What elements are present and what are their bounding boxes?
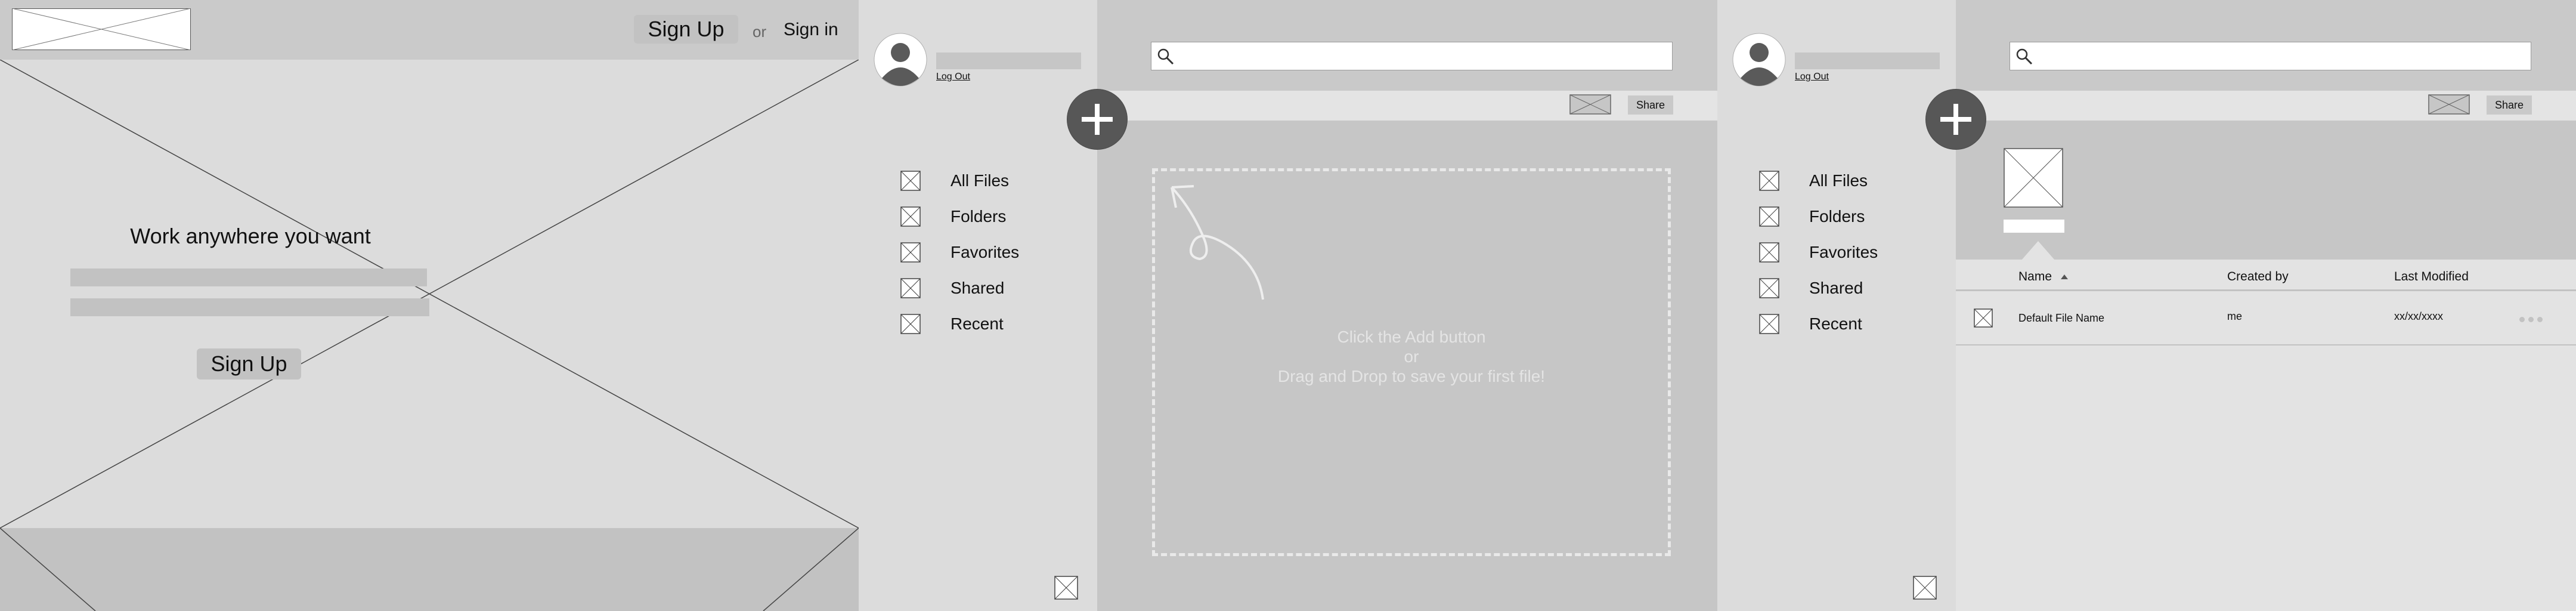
placeholder-icon xyxy=(1759,242,1779,263)
column-header-label: Name xyxy=(2018,270,2052,283)
username-placeholder xyxy=(1795,53,1940,69)
sidebar-item-label: Shared xyxy=(950,279,1005,297)
signin-link[interactable]: Sign in xyxy=(784,20,838,40)
sidebar-item-label: Favorites xyxy=(950,243,1020,261)
sort-ascending-icon xyxy=(2060,274,2068,280)
created-by-cell: me xyxy=(2227,310,2243,322)
or-text: or xyxy=(753,23,767,41)
file-name-cell: Default File Name xyxy=(2018,312,2105,324)
sidebar-item-folders[interactable]: Folders xyxy=(1759,199,1878,234)
sidebar-item-all-files[interactable]: All Files xyxy=(1759,163,1878,199)
placeholder-icon xyxy=(1759,278,1779,298)
sidebar: Log Out All Files Folders Favorites Shar… xyxy=(859,0,1097,611)
column-header-name[interactable]: Name xyxy=(2018,270,2069,284)
plus-icon xyxy=(1082,104,1113,135)
placeholder-icon xyxy=(900,314,921,334)
sidebar-nav: All Files Folders Favorites Shared Recen… xyxy=(900,163,1019,342)
sidebar-nav: All Files Folders Favorites Shared Recen… xyxy=(1759,163,1878,342)
plus-icon xyxy=(1940,104,1971,135)
sidebar-item-label: Folders xyxy=(950,207,1007,226)
username-placeholder xyxy=(936,53,1081,69)
main-file-list: Share Name Created by Last Modified Defa… xyxy=(1956,0,2576,611)
placeholder-icon xyxy=(900,242,921,263)
placeholder-icon xyxy=(1759,171,1779,191)
sidebar-item-recent[interactable]: Recent xyxy=(1759,306,1878,342)
settings-placeholder-icon[interactable] xyxy=(1913,576,1937,600)
file-type-placeholder-icon xyxy=(1974,308,1993,328)
search-icon xyxy=(1157,48,1174,65)
hero-title: Work anywhere you want xyxy=(130,224,371,248)
empty-hint-line-2: or xyxy=(1404,347,1419,366)
toolbar xyxy=(1956,91,2576,121)
header-signup-button[interactable]: Sign Up xyxy=(634,15,738,44)
add-button[interactable] xyxy=(1067,90,1127,149)
sidebar-item-label: Favorites xyxy=(1809,243,1878,261)
logo-placeholder[interactable] xyxy=(12,8,191,50)
sidebar-item-recent[interactable]: Recent xyxy=(900,306,1019,342)
toolbar xyxy=(1097,91,1717,121)
placeholder-icon xyxy=(900,206,921,227)
empty-hint-line-3: Drag and Drop to save your first file! xyxy=(1277,367,1546,385)
sidebar-item-folders[interactable]: Folders xyxy=(900,199,1019,234)
hero-signup-label: Sign Up xyxy=(210,351,287,376)
column-header-last-modified[interactable]: Last Modified xyxy=(2394,270,2469,284)
preview-pointer xyxy=(2021,241,2055,260)
avatar[interactable] xyxy=(1732,33,1786,87)
sidebar-item-label: Shared xyxy=(1809,279,1863,297)
hero-signup-button[interactable]: Sign Up xyxy=(197,348,301,379)
share-label: Share xyxy=(1636,98,1665,111)
avatar[interactable] xyxy=(874,33,927,87)
settings-placeholder-icon[interactable] xyxy=(1054,576,1078,600)
sidebar-item-label: All Files xyxy=(1809,171,1868,190)
table-row-divider xyxy=(1956,344,2576,345)
add-button[interactable] xyxy=(1926,90,1986,149)
column-header-created-by[interactable]: Created by xyxy=(2227,270,2289,284)
search-icon xyxy=(2016,48,2033,65)
search-input[interactable] xyxy=(1151,42,1673,70)
sidebar-item-label: All Files xyxy=(950,171,1010,190)
row-more-icon[interactable] xyxy=(2519,314,2546,325)
sidebar-item-label: Folders xyxy=(1809,207,1865,226)
footer xyxy=(0,528,859,611)
sidebar-item-shared[interactable]: Shared xyxy=(900,270,1019,306)
logout-link[interactable]: Log Out xyxy=(1795,72,1829,82)
sidebar-item-shared[interactable]: Shared xyxy=(1759,270,1878,306)
placeholder-icon xyxy=(1759,206,1779,227)
search-input[interactable] xyxy=(2010,42,2531,70)
placeholder-icon xyxy=(900,278,921,298)
placeholder-icon xyxy=(900,171,921,191)
landing-screen: Sign Up or Sign in Work anywhere you wan… xyxy=(0,0,859,611)
thumbnail-caption-placeholder xyxy=(2004,220,2064,233)
last-modified-cell: xx/xx/xxxx xyxy=(2394,310,2444,322)
view-toggle-placeholder-icon[interactable] xyxy=(2428,94,2470,115)
logout-link[interactable]: Log Out xyxy=(936,72,970,82)
header-signup-label: Sign Up xyxy=(648,17,724,41)
password-field[interactable] xyxy=(70,298,429,316)
placeholder-icon xyxy=(1759,314,1779,334)
file-thumbnail-placeholder[interactable] xyxy=(2004,148,2063,208)
sidebar-item-label: Recent xyxy=(950,314,1004,333)
table-header-divider xyxy=(1956,289,2576,291)
sidebar-item-favorites[interactable]: Favorites xyxy=(900,234,1019,270)
empty-hint-line-1: Click the Add button xyxy=(1337,328,1486,346)
sidebar-item-favorites[interactable]: Favorites xyxy=(1759,234,1878,270)
share-button[interactable]: Share xyxy=(2487,95,2532,115)
sidebar-item-all-files[interactable]: All Files xyxy=(900,163,1019,199)
sidebar-item-label: Recent xyxy=(1809,314,1862,333)
share-button[interactable]: Share xyxy=(1628,95,1673,115)
sidebar: Log Out All Files Folders Favorites Shar… xyxy=(1717,0,1956,611)
view-toggle-placeholder-icon[interactable] xyxy=(1569,94,1611,115)
arrow-hint-icon xyxy=(1171,185,1264,300)
main-empty: Share Click the Add button or Drag and D… xyxy=(1097,0,1717,611)
email-field[interactable] xyxy=(70,269,427,286)
share-label: Share xyxy=(2494,98,2524,111)
